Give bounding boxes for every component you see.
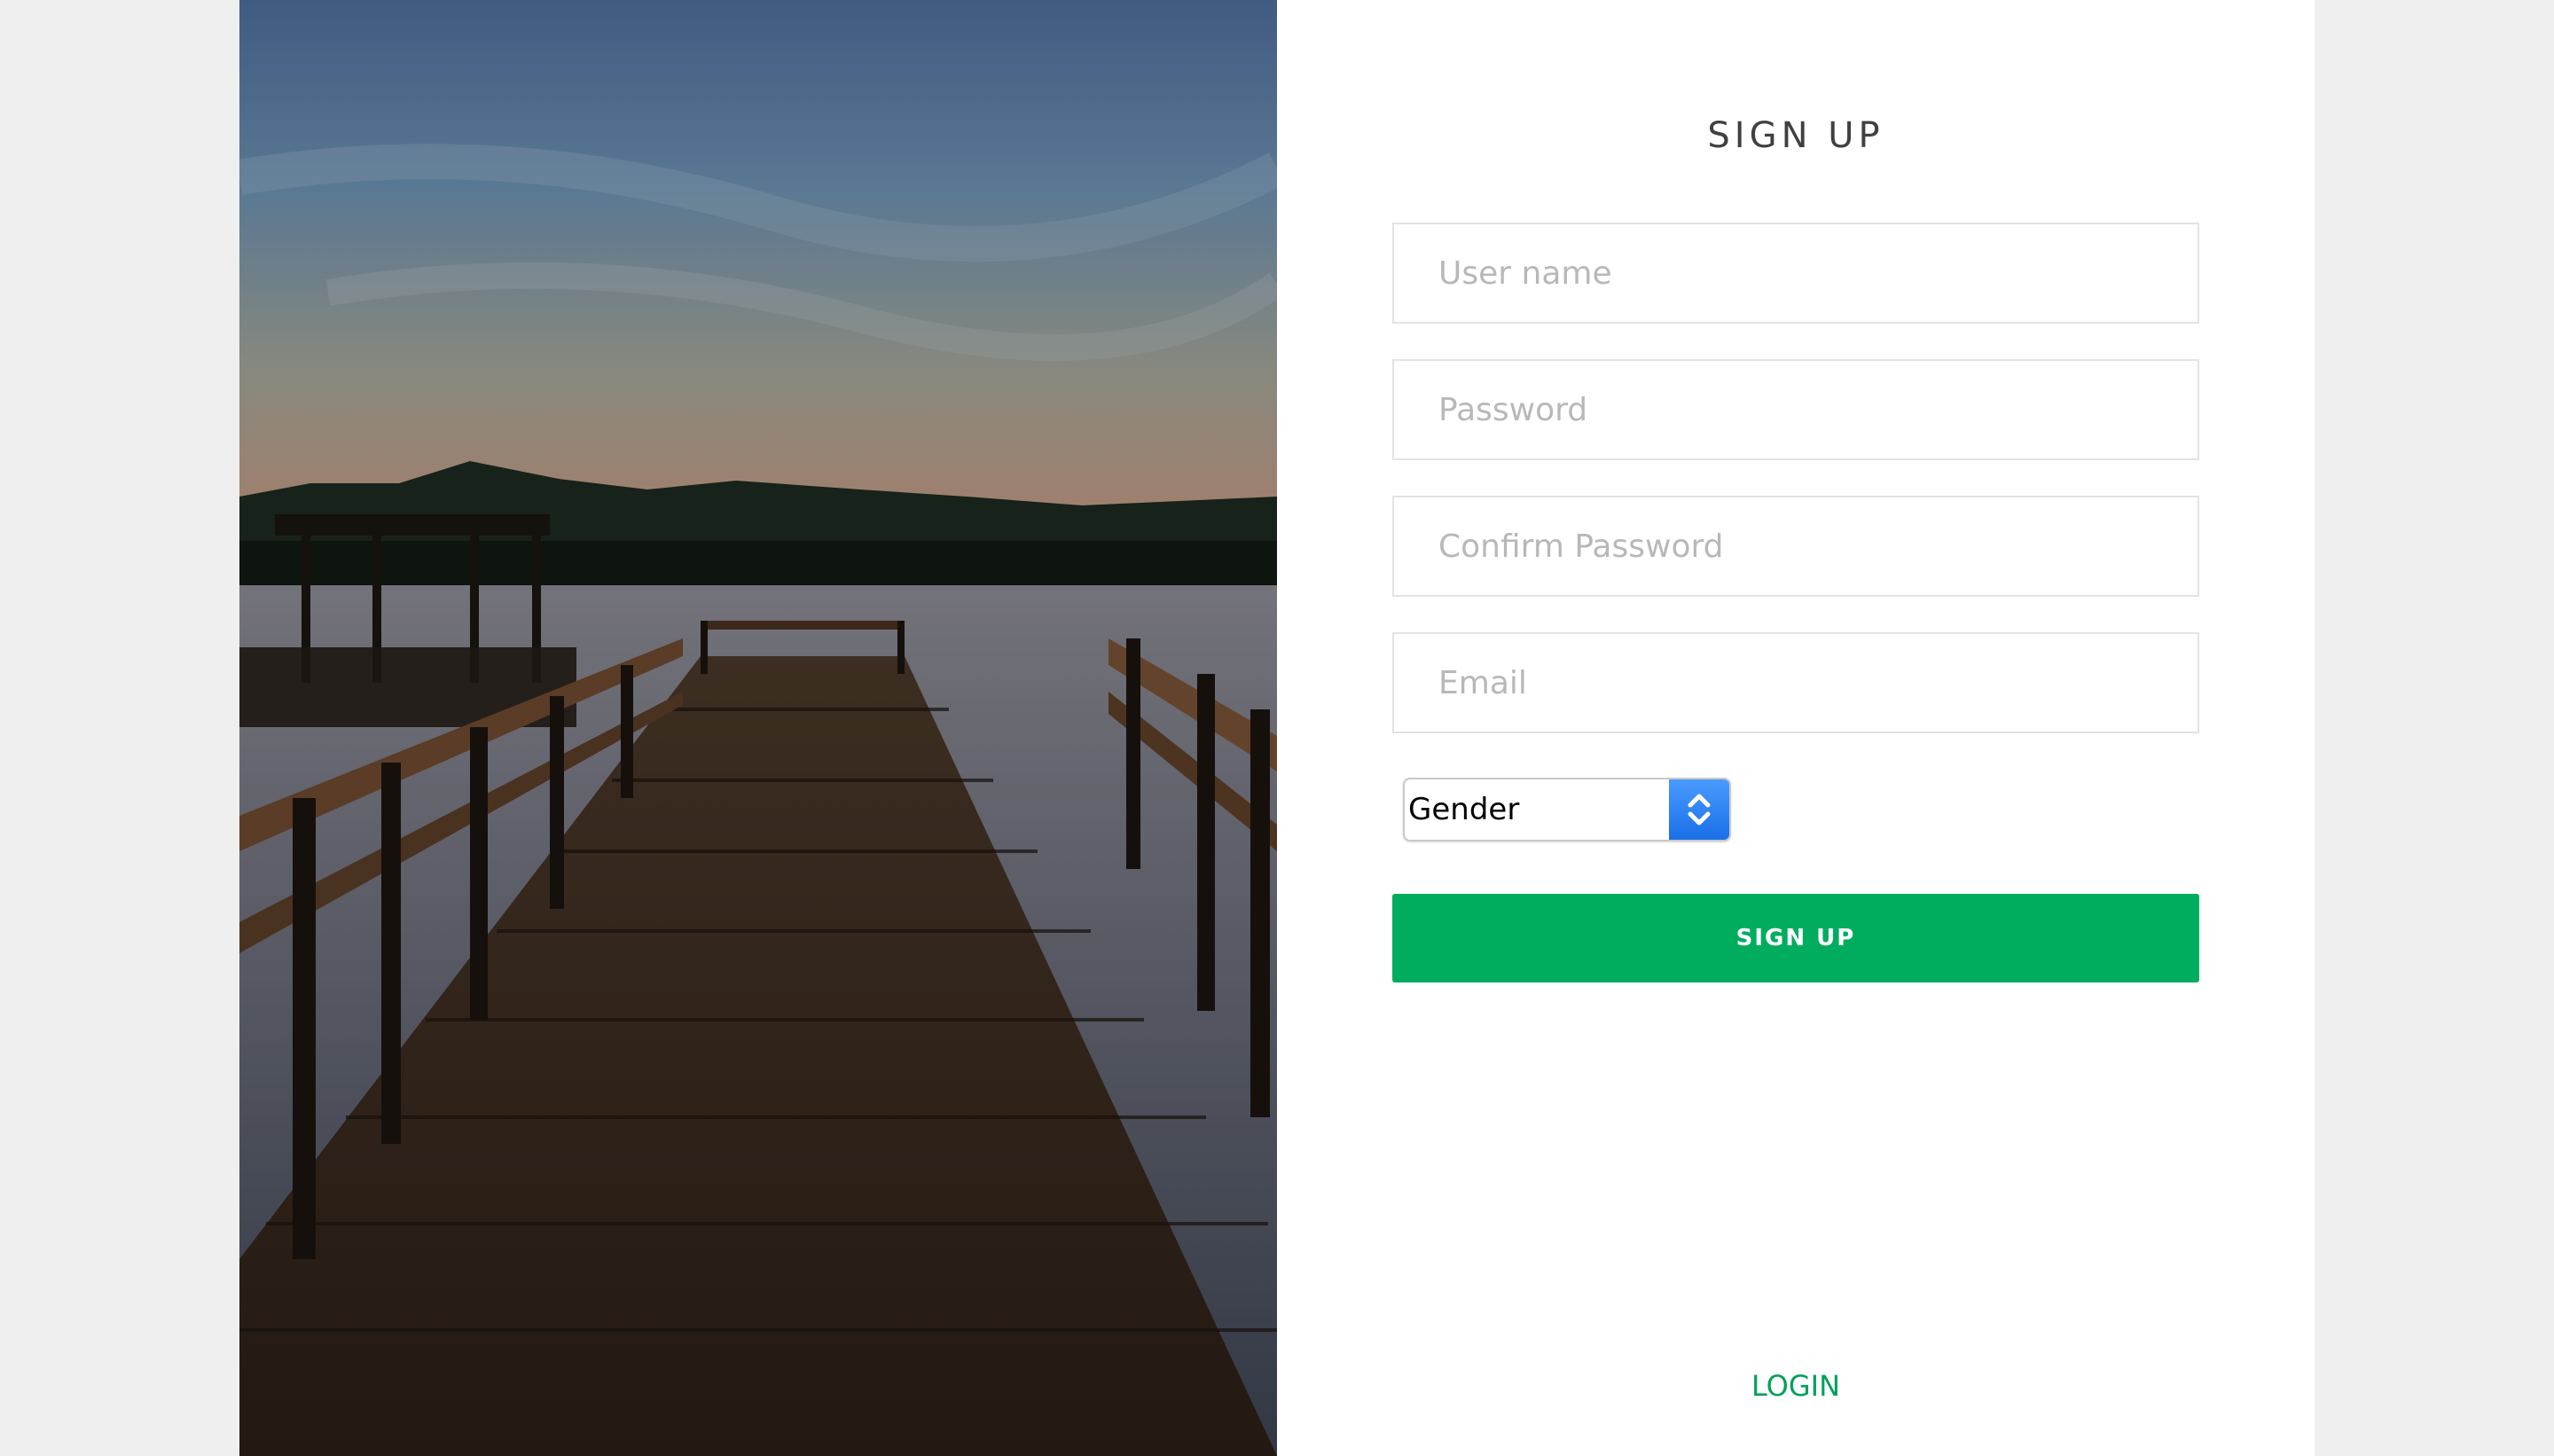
login-link[interactable]: LOGIN <box>1277 1369 2315 1403</box>
pier-landscape-image <box>239 0 1277 1456</box>
page-title: SIGN UP <box>1707 115 1884 156</box>
signup-form: SIGN UP Gender SIGN UP LOGIN <box>1277 0 2315 1456</box>
gender-select-value: Gender <box>1408 792 1520 827</box>
password-input[interactable] <box>1392 359 2199 460</box>
confirm-password-input[interactable] <box>1392 496 2199 597</box>
username-input[interactable] <box>1392 223 2199 324</box>
sign-up-button[interactable]: SIGN UP <box>1392 894 2199 982</box>
email-input[interactable] <box>1392 632 2199 733</box>
signup-card: SIGN UP Gender SIGN UP LOGIN <box>239 0 2315 1456</box>
gender-select[interactable]: Gender <box>1403 778 1731 842</box>
chevron-updown-icon <box>1669 779 1729 840</box>
landscape-illustration <box>239 0 1277 1456</box>
